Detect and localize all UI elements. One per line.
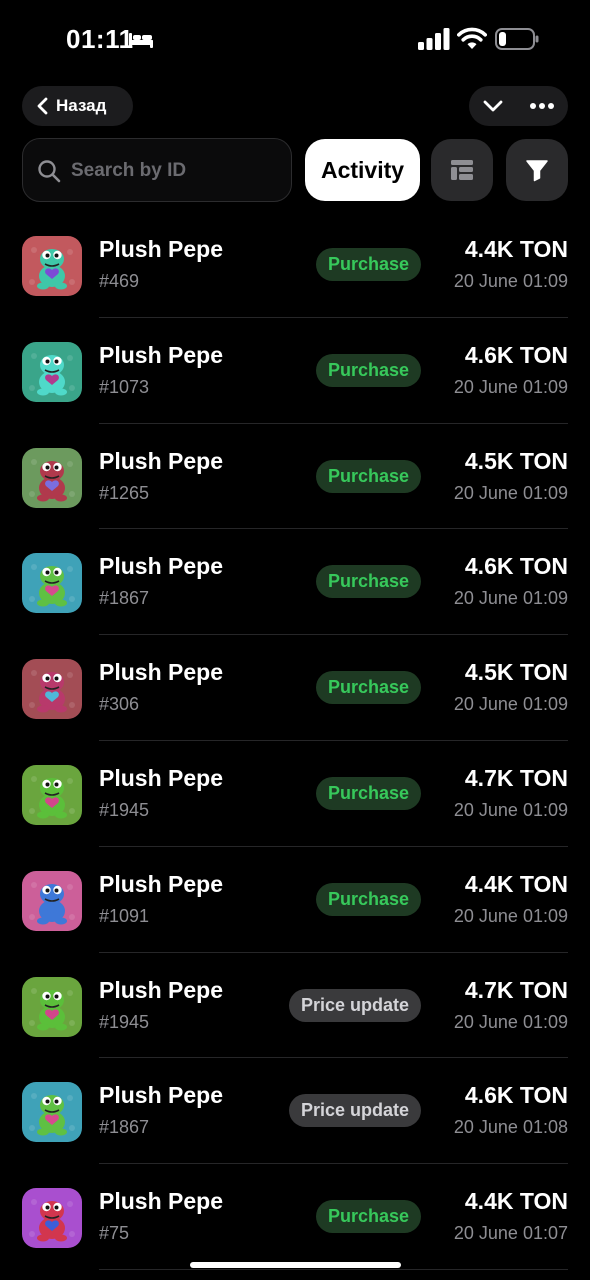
price-label: 4.7K TON [464,764,568,791]
action-badge: Purchase [315,1200,421,1234]
gift-id: #75 [99,1223,130,1244]
search-box [22,138,292,202]
date-label: 20 June 01:09 [453,376,568,397]
gift-id: #1073 [99,376,150,397]
gift-id: #1091 [99,905,150,926]
date-label: 20 June 01:09 [453,271,568,291]
wifi-icon [457,27,487,49]
action-badge: Purchase [315,671,421,705]
search-icon [38,160,61,183]
activity-row[interactable]: Plush Pepe #1867 Price update 4.6K TON 2… [0,1058,590,1165]
gift-name: Plush Pepe [99,447,223,474]
activity-row[interactable]: Plush Pepe #75 Purchase 4.4K TON 20 June… [0,1164,590,1270]
gift-name: Plush Pepe [99,1082,223,1109]
cellular-signal-icon [418,28,450,50]
gift-name: Plush Pepe [99,1188,223,1215]
price-label: 4.6K TON [464,341,568,368]
gift-name: Plush Pepe [99,764,223,791]
price-label: 4.5K TON [464,659,568,686]
gift-name: Plush Pepe [99,553,223,580]
activity-row[interactable]: Plush Pepe #1945 Purchase 4.7K TON 20 Ju… [0,741,590,847]
price-label: 4.4K TON [464,236,568,262]
status-time: 01:11 [66,24,134,54]
gift-name: Plush Pepe [99,341,223,368]
row-divider [99,1268,568,1270]
gift-name: Plush Pepe [99,870,223,897]
filter-button[interactable] [506,139,568,201]
date-label: 20 June 01:09 [453,905,568,926]
price-label: 4.4K TON [464,1188,568,1215]
status-bar: 01:11 [0,0,590,80]
view-toggle-button[interactable] [431,139,493,201]
table-view-icon [451,160,473,180]
gift-thumbnail [22,341,82,402]
activity-row[interactable]: Plush Pepe #469 Purchase 4.4K TON 20 Jun… [0,212,590,318]
action-badge: Purchase [315,248,421,281]
gift-name: Plush Pepe [99,976,223,1003]
gift-name: Plush Pepe [99,659,223,686]
activity-row[interactable]: Plush Pepe #1945 Price update 4.7K TON 2… [0,953,590,1059]
price-label: 4.6K TON [464,1082,568,1109]
gift-thumbnail [22,447,82,508]
price-label: 4.6K TON [464,553,568,580]
date-label: 20 June 01:08 [453,1117,568,1138]
gift-thumbnail [22,1188,82,1249]
search-input[interactable] [69,157,283,185]
home-indicator [190,1262,401,1268]
chevron-down-icon[interactable] [481,94,505,118]
gift-thumbnail [22,764,82,825]
filter-icon [526,160,548,182]
gift-thumbnail [22,236,82,296]
gift-id: #1867 [99,1117,150,1138]
activity-row[interactable]: Plush Pepe #306 Purchase 4.5K TON 20 Jun… [0,635,590,741]
action-badge: Price update [288,1094,421,1128]
bed-icon [129,33,153,48]
battery-icon [495,28,539,50]
gift-thumbnail [22,1082,82,1143]
price-label: 4.4K TON [464,870,568,897]
activity-row[interactable]: Plush Pepe #1073 Purchase 4.6K TON 20 Ju… [0,318,590,424]
date-label: 20 June 01:09 [453,588,568,609]
date-label: 20 June 01:09 [453,482,568,503]
action-badge: Price update [288,988,421,1022]
gift-id: #1945 [99,1011,150,1032]
more-options-icon[interactable] [529,94,555,118]
gift-id: #469 [99,271,140,291]
header-actions [469,86,568,126]
action-badge: Purchase [315,565,421,599]
activity-row[interactable]: Plush Pepe #1091 Purchase 4.4K TON 20 Ju… [0,847,590,953]
action-badge: Purchase [315,459,421,493]
gift-id: #306 [99,694,140,715]
back-button-label: Назад [56,96,107,115]
price-label: 4.5K TON [464,447,568,474]
action-badge: Purchase [315,353,421,387]
gift-id: #1945 [99,799,150,820]
gift-name: Plush Pepe [99,236,223,262]
action-badge: Purchase [315,776,421,810]
gift-id: #1265 [99,482,150,503]
date-label: 20 June 01:09 [453,1011,568,1032]
price-label: 4.7K TON [464,976,568,1003]
gift-thumbnail [22,870,82,931]
action-badge: Purchase [315,882,421,916]
activity-row[interactable]: Plush Pepe #1265 Purchase 4.5K TON 20 Ju… [0,424,590,530]
gift-thumbnail [22,659,82,720]
date-label: 20 June 01:09 [453,799,568,820]
date-label: 20 June 01:07 [453,1223,568,1244]
activity-row[interactable]: Plush Pepe #1867 Purchase 4.6K TON 20 Ju… [0,529,590,636]
date-label: 20 June 01:09 [453,694,568,715]
gift-thumbnail [22,553,82,614]
tab-activity[interactable]: Activity [305,139,420,201]
gift-id: #1867 [99,588,150,609]
gift-thumbnail [22,976,82,1037]
chevron-left-icon [37,97,48,115]
activity-list: Plush Pepe #469 Purchase 4.4K TON 20 Jun… [0,212,590,1270]
back-button[interactable]: Назад [22,86,133,126]
